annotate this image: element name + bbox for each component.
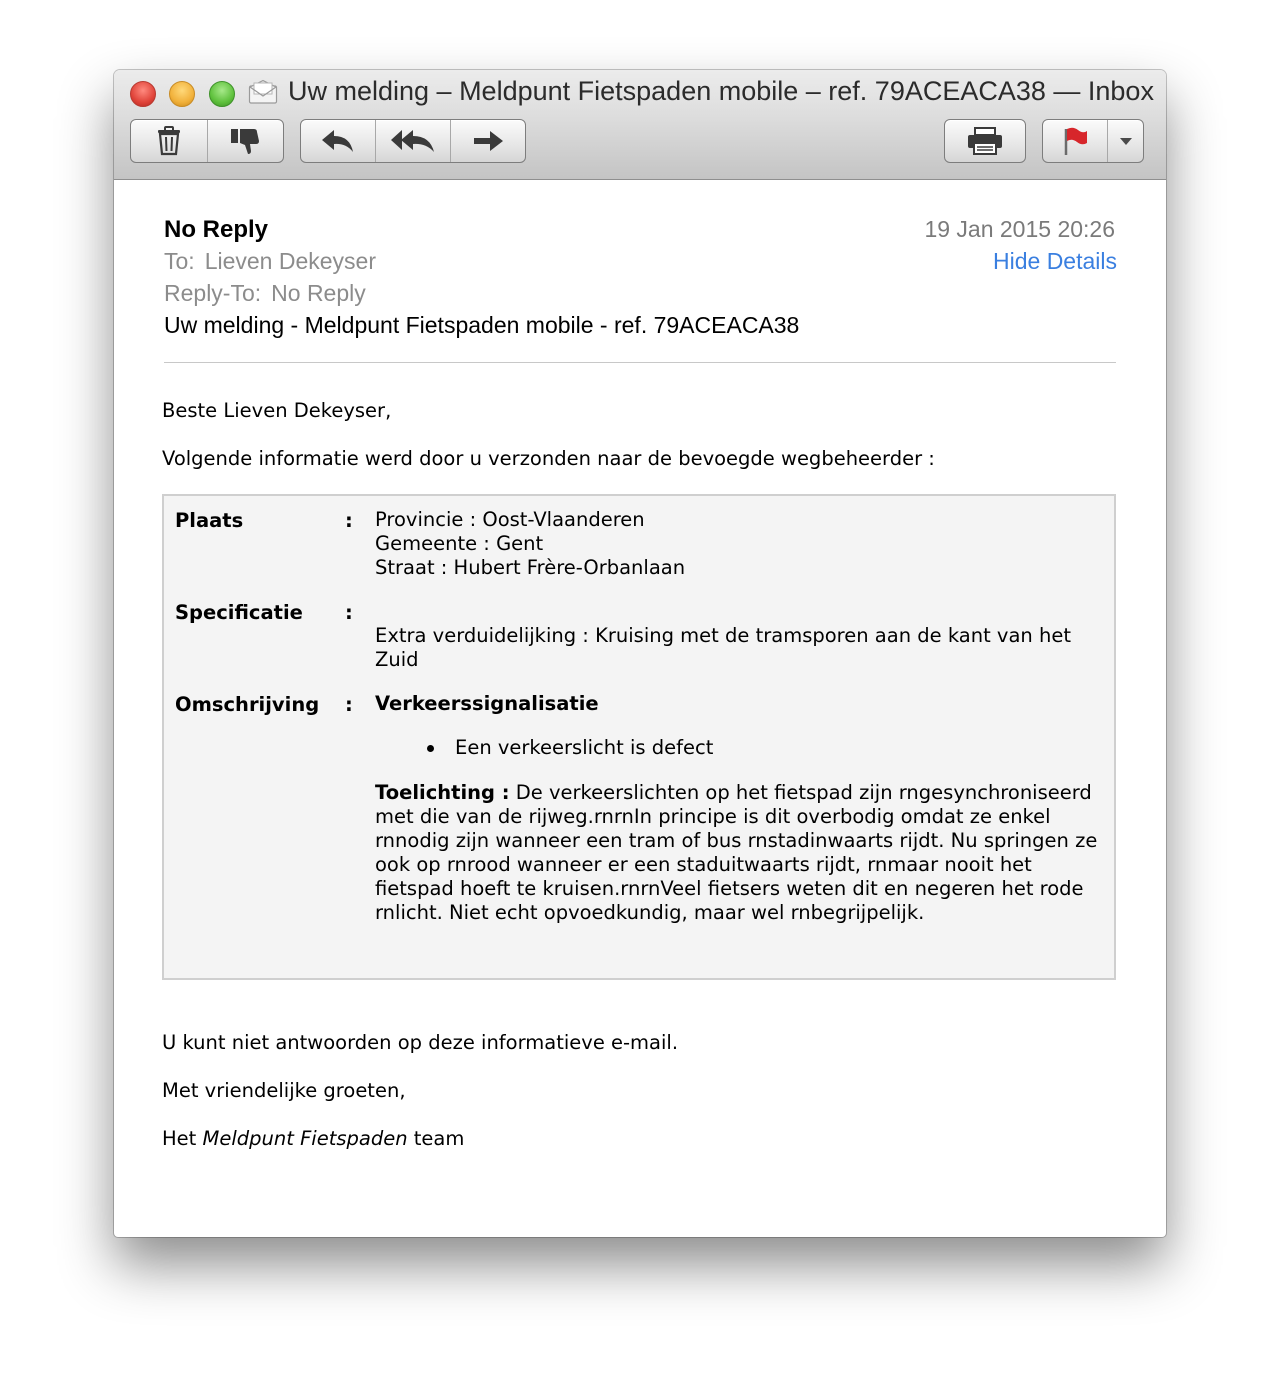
flag-button[interactable] [1043,120,1108,162]
zoom-window-button[interactable] [209,81,235,107]
message-date: 19 Jan 2015 20:26 [924,216,1115,242]
category-text: Verkeerssignalisatie [375,692,599,715]
toelichting-paragraph: Toelichting : De verkeerslichten op het … [375,781,1105,925]
bullet-text: Een verkeerslicht is defect [455,736,714,759]
delete-junk-group [130,119,284,163]
chevron-down-icon [1119,138,1132,145]
specificatie-colon: : [345,601,353,624]
to-recipient[interactable]: Lieven Dekeyser [205,248,376,274]
forward-button[interactable] [451,120,525,162]
greeting: Beste Lieven Dekeyser, [162,399,392,422]
intro-text: Volgende informatie werd door u verzonde… [162,447,935,470]
specificatie-label: Specificatie [175,601,303,624]
toolbar: Uw melding – Meldpunt Fietspaden mobile … [114,70,1166,180]
message-subject: Uw melding - Meldpunt Fietspaden mobile … [164,312,800,338]
window-title: Uw melding – Meldpunt Fietspaden mobile … [288,76,1154,106]
signature-name: Meldpunt Fietspaden [202,1127,408,1150]
specificatie-value: Extra verduidelijking : Kruising met de … [375,624,1071,672]
minimize-window-button[interactable] [169,81,195,107]
omschrijving-colon: : [345,693,353,716]
plaats-value: Provincie : Oost-Vlaanderen Gemeente : G… [375,508,685,580]
toelichting-label: Toelichting : [375,781,510,804]
bullet-dot [427,745,434,752]
extra-text-line1: Extra verduidelijking : Kruising met de … [375,624,1071,647]
signature-suffix: team [413,1127,465,1150]
report-details-box: Plaats : Provincie : Oost-Vlaanderen Gem… [162,494,1116,980]
flag-menu-button[interactable] [1108,120,1143,162]
flag-group [1042,119,1144,163]
mail-window: Uw melding – Meldpunt Fietspaden mobile … [114,70,1166,1237]
envelope-icon [248,79,278,104]
delete-button[interactable] [131,120,208,162]
print-button[interactable] [945,120,1025,162]
thumbs-down-icon [230,129,259,154]
trash-icon [158,126,180,156]
reply-to-label: Reply-To: [164,280,262,306]
flag-icon [1064,127,1087,155]
junk-button[interactable] [208,120,283,162]
signature-prefix: Het [162,1127,197,1150]
reply-all-icon [391,130,434,152]
straat-text: Straat : Hubert Frère-Orbanlaan [375,556,686,579]
no-reply-note: U kunt niet antwoorden op deze informati… [162,1031,679,1054]
to-line: To: Lieven Dekeyser [164,248,376,275]
reply-to-value[interactable]: No Reply [271,280,366,306]
reply-to-line: Reply-To: No Reply [164,280,366,307]
close-window-button[interactable] [130,81,156,107]
extra-text-line2: Zuid [375,648,419,671]
provincie-text: Provincie : Oost-Vlaanderen [375,508,645,531]
reply-icon [322,130,353,152]
print-group [944,119,1026,163]
regards-text: Met vriendelijke groeten, [162,1079,406,1102]
omschrijving-label: Omschrijving [175,693,320,716]
reply-all-button[interactable] [376,120,451,162]
reply-button[interactable] [301,120,376,162]
to-label: To: [164,248,195,274]
printer-icon [968,127,1002,155]
gemeente-text: Gemeente : Gent [375,532,544,555]
forward-icon [474,131,503,151]
hide-details-link[interactable]: Hide Details [993,248,1117,275]
plaats-label: Plaats [175,509,244,532]
signature: Het Meldpunt Fietspaden team [162,1127,464,1150]
header-divider [164,362,1116,363]
reply-group [300,119,526,163]
sender-name: No Reply [164,216,269,243]
plaats-colon: : [345,509,353,532]
